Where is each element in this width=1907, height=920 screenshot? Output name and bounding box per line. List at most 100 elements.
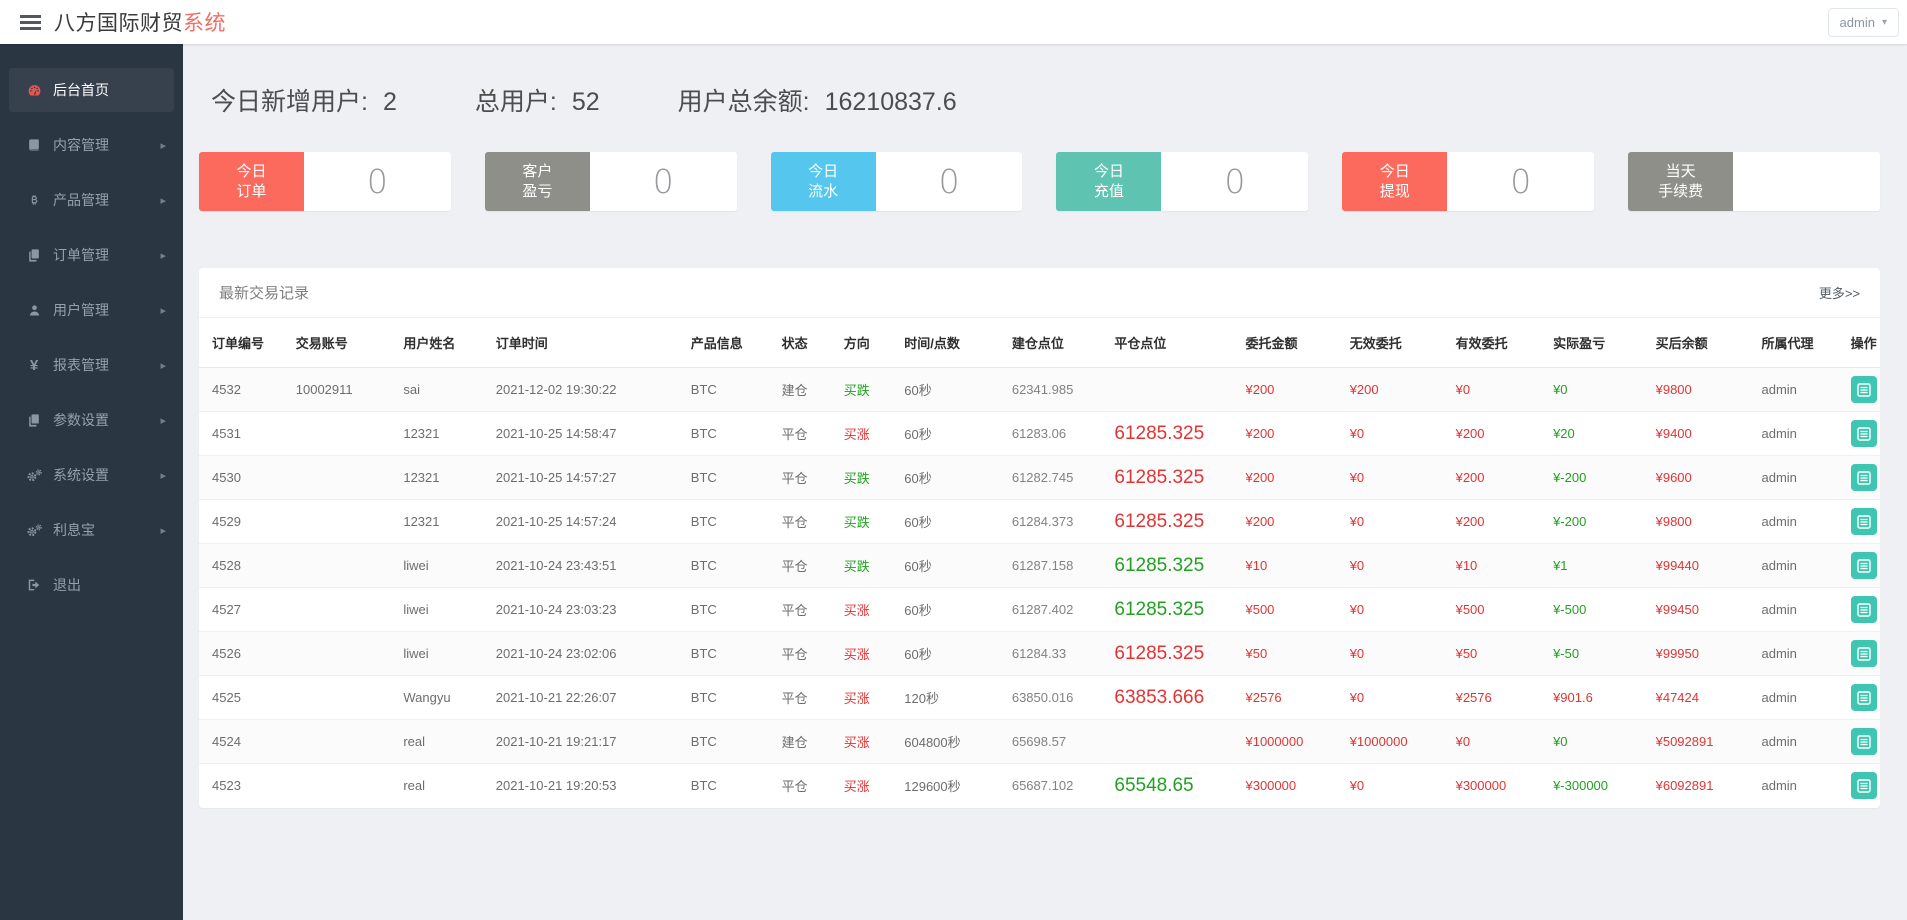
column-header: 用户姓名 [403,336,456,351]
order-detail-button[interactable] [1850,552,1877,579]
cell-direction: 买跌 [843,515,870,530]
cell-balance: ¥47424 [1655,690,1699,705]
cell-product: BTC [690,602,717,617]
cell-username: 12321 [403,426,440,441]
cell-status: 平仓 [781,515,808,530]
order-detail-button[interactable] [1850,376,1877,403]
cell-close: 61285.325 [1114,466,1205,488]
cell-close: 61285.325 [1114,642,1205,664]
cell-time: 2021-10-25 14:57:24 [495,514,617,529]
cell-open: 65687.102 [1011,778,1074,793]
stat-card-today-withdraw: 今日 提现 0 [1342,152,1595,211]
list-icon [1856,778,1871,793]
order-detail-button[interactable] [1850,640,1877,667]
cell-product: BTC [690,470,717,485]
cell-direction: 买涨 [843,427,870,442]
order-detail-button[interactable] [1850,596,1877,623]
book-icon [24,138,44,152]
sidebar-item-lixibao[interactable]: 利息宝 ▸ [9,508,174,552]
menu-toggle-icon[interactable] [20,14,41,30]
cell-profit: ¥-500 [1553,602,1587,617]
copy-icon [24,248,44,262]
cell-time: 2021-10-25 14:57:27 [495,470,617,485]
cell-direction: 买跌 [843,559,870,574]
column-header: 买后余额 [1655,336,1708,351]
cell-invalid: ¥0 [1349,778,1365,793]
top-header: 八方国际财贸系统 admin ▾ [0,0,1907,44]
cell-status: 平仓 [781,471,808,486]
cell-agent: admin [1761,778,1797,793]
cell-profit: ¥20 [1553,426,1575,441]
cell-product: BTC [690,514,717,529]
signout-icon [24,578,44,592]
cell-id: 4524 [212,734,241,749]
list-icon [1856,646,1871,661]
cell-profit: ¥-50 [1553,646,1580,661]
cell-open: 65698.57 [1011,734,1067,749]
cell-balance: ¥99950 [1655,646,1699,661]
column-header: 实际盈亏 [1553,336,1606,351]
cell-duration: 60秒 [904,603,932,618]
cell-action [1845,500,1880,544]
sidebar-item-orders[interactable]: 订单管理 ▸ [9,233,174,277]
cell-status: 建仓 [781,735,808,750]
cell-id: 4531 [212,426,241,441]
column-header: 状态 [781,336,808,351]
stat-card-value: 0 [652,162,674,201]
table-row: 4529 12321 2021-10-25 14:57:24 BTC 平仓 买跌 60秒 61… [199,499,1880,544]
cell-status: 平仓 [781,647,808,662]
cell-profit: ¥0 [1553,382,1568,397]
sidebar-item-params[interactable]: 参数设置 ▸ [9,398,174,442]
more-link[interactable]: 更多>> [1819,283,1860,302]
column-header: 产品信息 [690,336,743,351]
table-row: 4525 Wangyu 2021-10-21 22:26:07 BTC 平仓 买涨 120秒… [199,675,1880,720]
cell-balance: ¥9800 [1655,514,1692,529]
sidebar-item-product[interactable]: 产品管理 ▸ [9,178,174,222]
stat-card-client-pnl: 客户 盈亏 0 [484,152,737,211]
cell-valid: ¥50 [1455,646,1478,661]
cell-direction: 买涨 [843,779,870,794]
stats-summary: 今日新增用户: 2 总用户: 52 用户总余额: 16210837.6 [211,82,1880,118]
stat-total-balance-value: 16210837.6 [824,88,957,116]
order-detail-button[interactable] [1850,772,1877,799]
table-row: 4530 12321 2021-10-25 14:57:27 BTC 平仓 买跌 60秒 61… [199,455,1880,500]
cell-profit: ¥-200 [1553,470,1587,485]
table-row: 4527 liwei 2021-10-24 23:03:23 BTC 平仓 买涨 60秒 61… [199,587,1880,632]
cell-id: 4523 [212,778,241,793]
column-header: 有效委托 [1455,336,1508,351]
cell-valid: ¥0 [1455,734,1471,749]
cell-username: liwei [403,602,429,617]
order-detail-button[interactable] [1850,508,1877,535]
order-detail-button[interactable] [1850,464,1877,491]
app-title-main: 八方国际财贸 [54,12,183,35]
app-title: 八方国际财贸系统 [54,7,226,37]
sidebar-item-dashboard[interactable]: 后台首页 [9,68,174,112]
cell-product: BTC [690,426,717,441]
column-header: 方向 [843,336,870,351]
cell-time: 2021-10-21 22:26:07 [495,690,617,705]
stat-card-today-fees: 当天 手续费 [1628,152,1880,211]
order-detail-button[interactable] [1850,728,1877,755]
sidebar-item-reports[interactable]: ¥ 报表管理 ▸ [9,343,174,387]
stat-cards: 今日 订单 0 客户 盈亏 0 今日 流水 0 今日 充值 0 今日 提现 0 当天 手续费 [199,152,1880,211]
cell-invalid: ¥0 [1349,558,1365,573]
stat-new-users-value: 2 [382,88,397,116]
cell-id: 4526 [212,646,241,661]
stat-card-value: 0 [938,162,960,201]
order-detail-button[interactable] [1850,420,1877,447]
cell-agent: admin [1761,602,1797,617]
sidebar-item-label: 用户管理 [53,302,109,318]
cell-invalid: ¥200 [1349,382,1379,397]
sidebar-item-system[interactable]: 系统设置 ▸ [9,453,174,497]
stat-card-label: 客户 盈亏 [484,152,590,211]
sidebar-item-label: 退出 [53,577,81,593]
dashboard-icon [24,83,44,98]
order-detail-button[interactable] [1850,684,1877,711]
stat-new-users-label: 今日新增用户: [211,88,368,116]
sidebar-item-logout[interactable]: 退出 [9,563,174,607]
sidebar-item-content[interactable]: 内容管理 ▸ [9,123,174,167]
user-menu[interactable]: admin ▾ [1827,7,1899,37]
panel-title: 最新交易记录 [219,285,310,302]
sidebar-item-users[interactable]: 用户管理 ▸ [9,288,174,332]
chevron-right-icon: ▸ [160,249,166,262]
